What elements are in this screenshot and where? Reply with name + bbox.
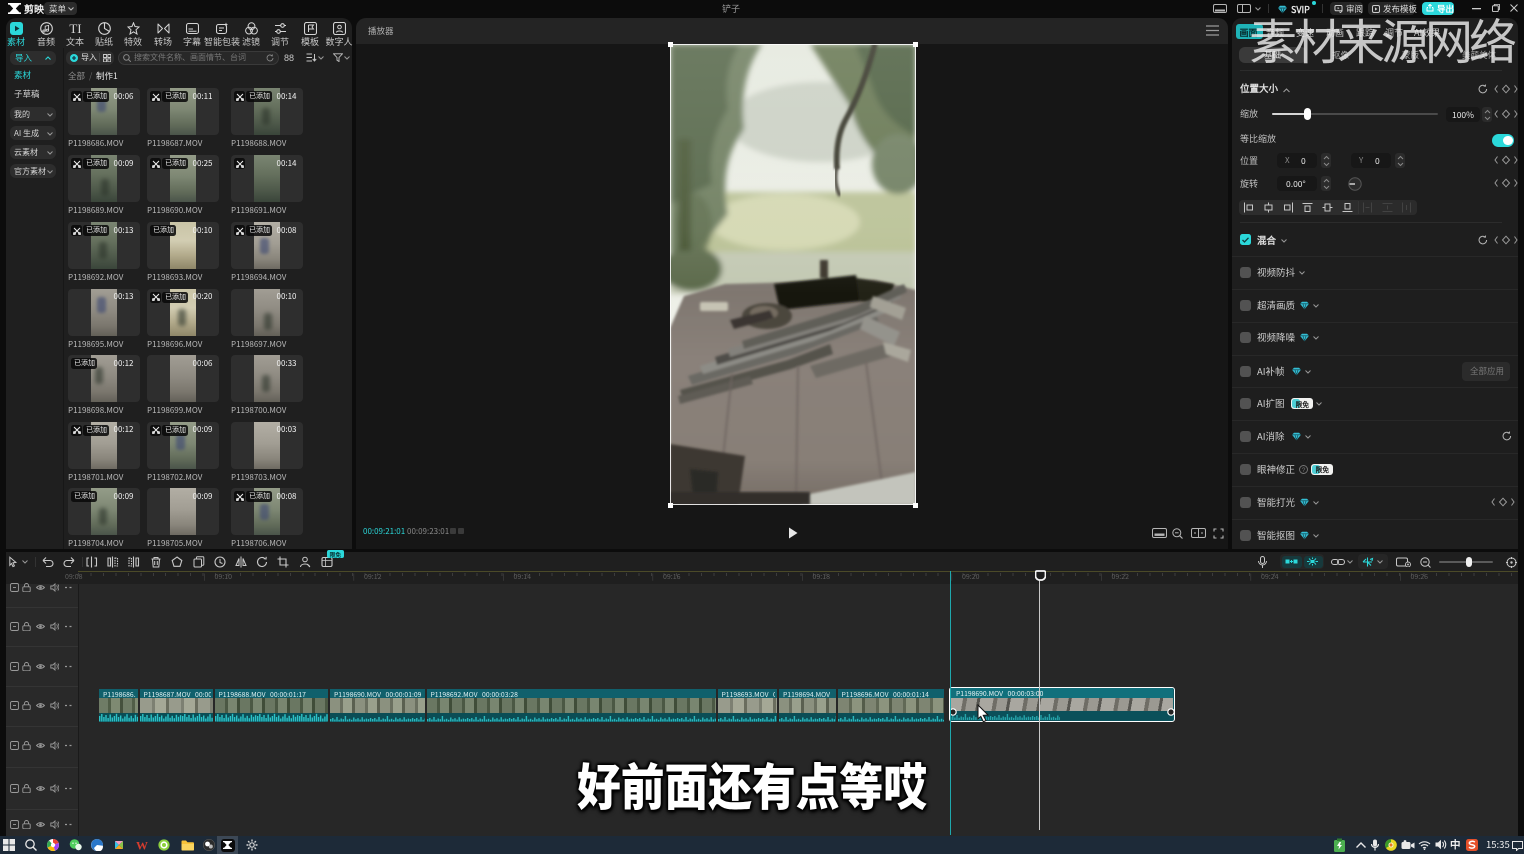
- svg-text:?: ?: [1302, 466, 1306, 473]
- svg-text:TI: TI: [69, 22, 81, 35]
- svg-text:W: W: [136, 839, 148, 851]
- svg-text:88: 88: [284, 53, 294, 62]
